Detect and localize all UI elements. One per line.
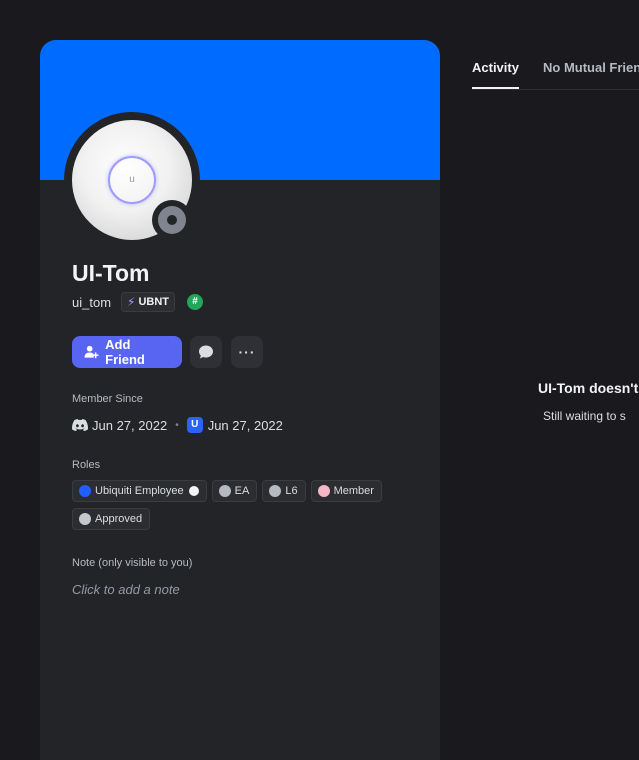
role-tag[interactable]: L6: [262, 480, 306, 502]
note-title: Note (only visible to you): [72, 557, 193, 569]
offline-status-icon: [158, 206, 186, 234]
add-friend-button[interactable]: Add Friend: [72, 336, 182, 368]
server-join-date: Jun 27, 2022: [207, 417, 283, 433]
role-color-dot: [79, 513, 91, 525]
profile-actions: Add Friend ···: [72, 336, 263, 368]
server-icon[interactable]: U: [186, 417, 203, 433]
role-color-dot: [218, 485, 231, 497]
profile-card: u UI-Tom ui_tom ⚡ UBNT # Add Friend ··· …: [40, 40, 440, 760]
more-icon: ···: [238, 344, 256, 360]
role-color-dot: [79, 485, 91, 497]
username-row: ui_tom ⚡ UBNT #: [72, 292, 204, 312]
message-button[interactable]: [190, 336, 222, 368]
lightning-icon: ⚡: [127, 295, 136, 309]
hash-badge-icon[interactable]: #: [187, 294, 204, 310]
role-tag[interactable]: Member: [310, 480, 382, 502]
tab-activity[interactable]: Activity: [472, 60, 519, 75]
role-label: L6: [285, 485, 298, 497]
guild-tag[interactable]: ⚡ UBNT: [121, 292, 176, 312]
discord-icon: [72, 419, 88, 431]
role-tag[interactable]: Ubiquiti Employee: [72, 480, 207, 502]
chat-bubble-icon: [199, 345, 213, 359]
member-since-row: Jun 27, 2022 • U Jun 27, 2022: [72, 416, 283, 434]
role-tag[interactable]: EA: [211, 480, 258, 502]
display-name: UI-Tom: [72, 260, 150, 286]
role-label: Approved: [95, 513, 143, 525]
avatar[interactable]: u: [64, 112, 200, 248]
role-tag[interactable]: Approved: [72, 508, 151, 530]
status-hole: [167, 215, 177, 225]
date-separator: •: [175, 419, 179, 431]
username[interactable]: ui_tom: [72, 295, 111, 310]
activity-empty-title: UI-Tom doesn't: [538, 380, 639, 396]
guild-tag-label: UBNT: [138, 296, 170, 308]
status-indicator: [152, 200, 192, 240]
activity-empty-subtitle: Still waiting to s: [543, 409, 626, 423]
profile-tabs: Activity No Mutual Frien: [472, 40, 639, 90]
add-friend-label: Add Friend: [105, 337, 145, 367]
role-trailing-dot: [188, 486, 199, 496]
roles-title: Roles: [72, 459, 101, 471]
tab-mutual-friends[interactable]: No Mutual Frien: [543, 60, 639, 75]
role-color-dot: [269, 485, 282, 497]
note-input[interactable]: Click to add a note: [72, 582, 180, 597]
add-friend-icon: [84, 345, 99, 359]
role-label: Ubiquiti Employee: [95, 485, 184, 497]
roles-list: Ubiquiti Employee EA L6 Member Approved: [72, 480, 412, 536]
more-options-button[interactable]: ···: [231, 336, 263, 368]
role-label: Member: [333, 485, 374, 497]
role-label: EA: [234, 485, 250, 497]
role-color-dot: [317, 485, 330, 497]
discord-join-date: Jun 27, 2022: [92, 417, 168, 433]
tabs-divider: [472, 89, 639, 90]
member-since-title: Member Since: [72, 393, 143, 405]
